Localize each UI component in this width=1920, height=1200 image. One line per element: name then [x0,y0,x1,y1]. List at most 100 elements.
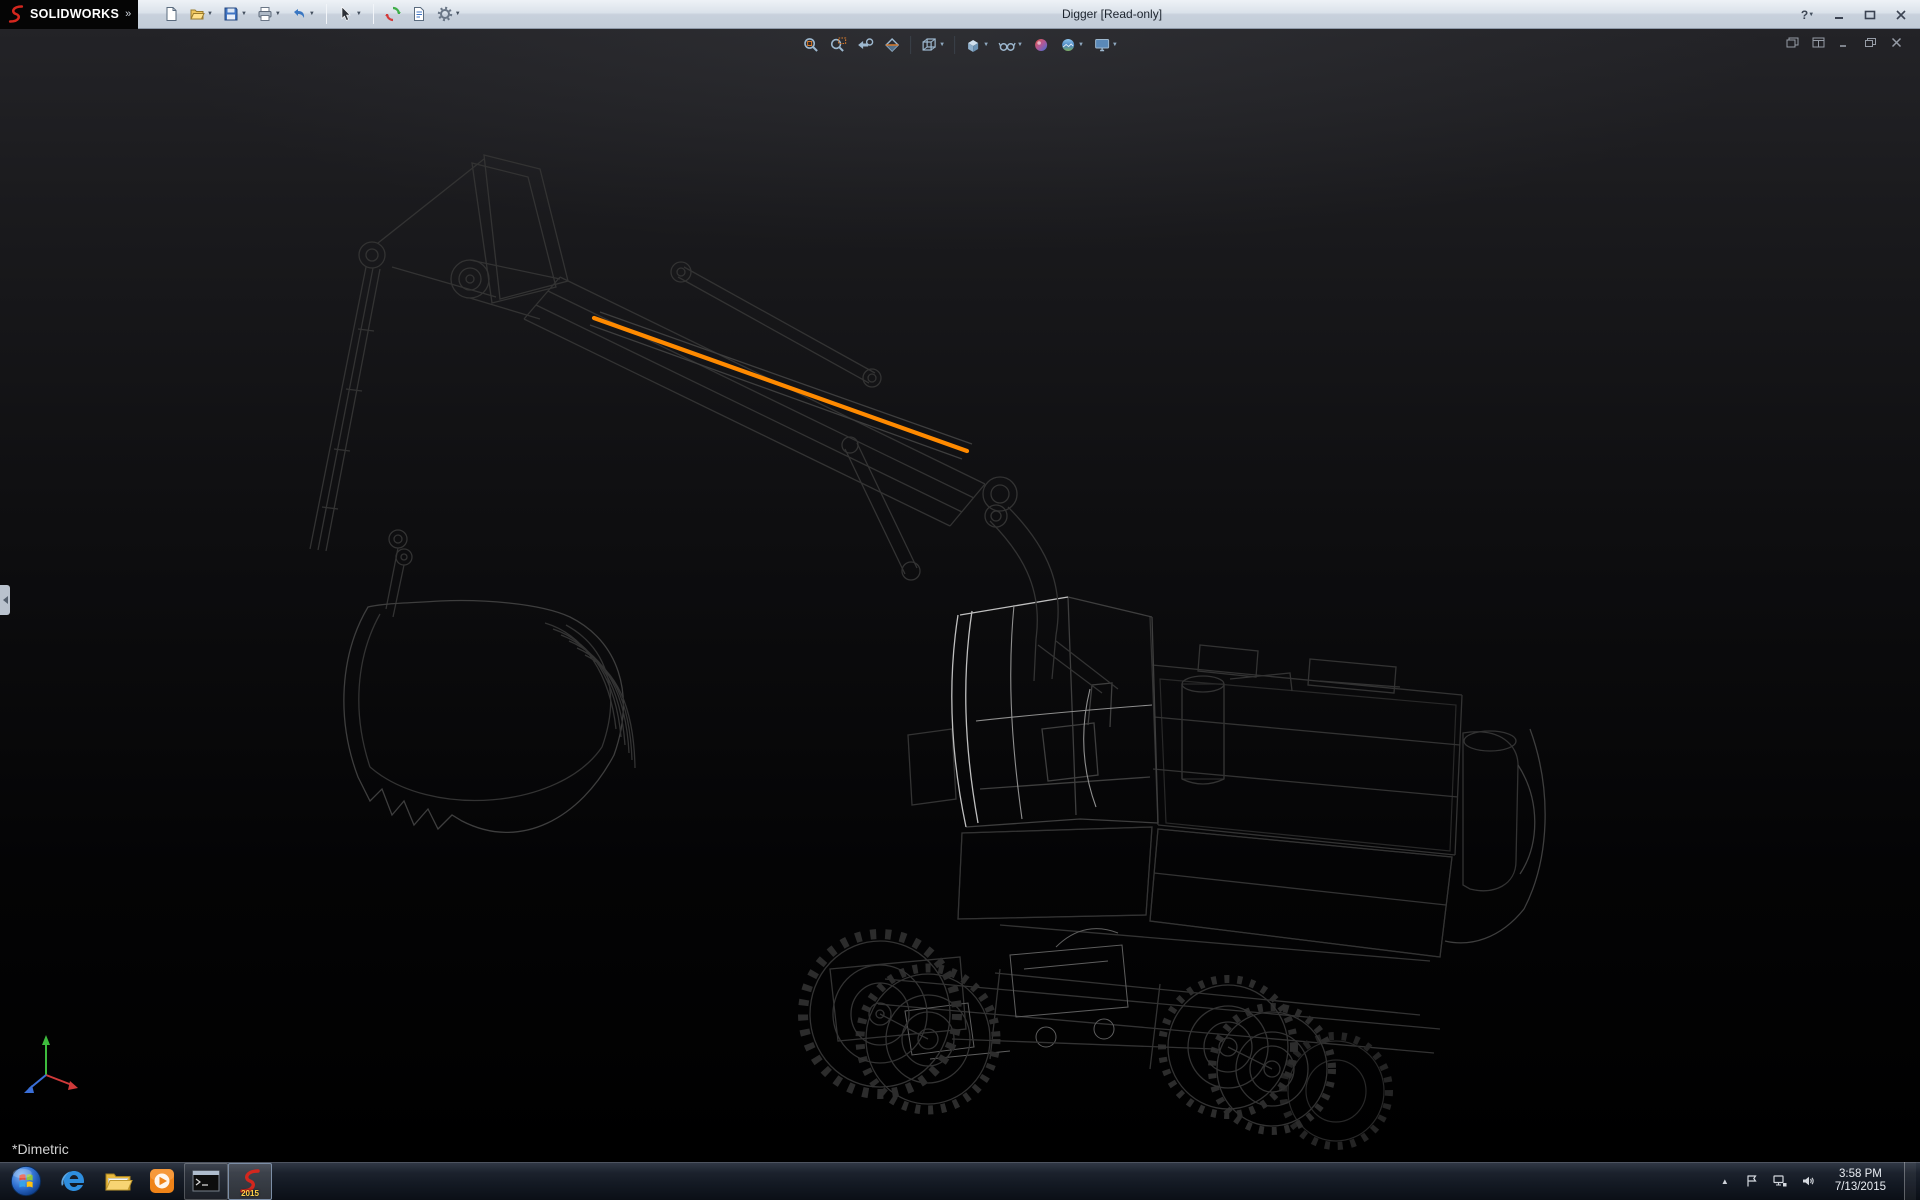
doc-tile-button[interactable] [1809,35,1828,50]
graphics-viewport[interactable]: ▼ ▼ ▼ ▼ ▼ [0,29,1920,1161]
solidworks-logo-text: SOLIDWORKS [30,7,119,21]
section-view-button[interactable] [880,34,904,56]
undo-button[interactable]: ▼ [288,2,318,26]
open-dropdown-caret[interactable]: ▼ [207,11,213,17]
media-player-icon [148,1167,176,1195]
previous-view-icon [856,36,874,54]
bucket-wireframe[interactable] [344,601,635,833]
apply-scene-icon [1059,36,1077,54]
apply-scene-button[interactable]: ▼ [1056,34,1087,56]
view-orientation-icon [920,36,938,54]
view-orientation-button[interactable]: ▼ [917,34,948,56]
wheels-wireframe[interactable] [803,934,1389,1146]
edit-appearance-icon [1032,36,1050,54]
title-bar: SOLIDWORKS » ▼ ▼ ▼ ▼ [0,0,1920,29]
undo-dropdown-caret[interactable]: ▼ [309,11,315,17]
file-properties-button[interactable] [408,2,430,26]
window-title: Digger [Read-only] [1062,7,1162,21]
network-icon[interactable] [1771,1172,1789,1190]
window-controls: ? ▼ [1794,0,1914,29]
hide-show-items-caret[interactable]: ▼ [1017,42,1023,48]
view-settings-button[interactable]: ▼ [1090,34,1121,56]
solidworks-window: SOLIDWORKS » ▼ ▼ ▼ ▼ [0,0,1920,1200]
toolbar-separator [373,4,374,24]
view-settings-caret[interactable]: ▼ [1112,42,1118,48]
display-style-button[interactable]: ▼ [961,34,992,56]
toolbar-separator [326,4,327,24]
help-button[interactable]: ? ▼ [1794,4,1821,25]
save-button[interactable]: ▼ [220,2,250,26]
view-settings-icon [1093,36,1111,54]
previous-view-button[interactable] [853,34,877,56]
close-button[interactable] [1887,4,1914,25]
internet-explorer-icon [59,1166,89,1196]
section-view-icon [883,36,901,54]
doc-restore-button[interactable] [1861,35,1880,50]
close-icon [1895,10,1907,20]
doc-cascade-button[interactable] [1783,35,1802,50]
hide-show-items-button[interactable]: ▼ [995,34,1026,56]
folder-icon [103,1166,133,1196]
solidworks-logo-icon [6,4,26,24]
print-dropdown-caret[interactable]: ▼ [275,11,281,17]
command-prompt-window-icon [192,1170,220,1192]
select-dropdown-caret[interactable]: ▼ [356,11,362,17]
start-button[interactable] [0,1163,52,1200]
windows-start-orb-icon [9,1164,43,1198]
doc-restore-icon [1864,37,1877,48]
maximize-button[interactable] [1856,4,1883,25]
options-dropdown-caret[interactable]: ▼ [455,11,461,17]
rebuild-button[interactable] [382,2,404,26]
options-button[interactable]: ▼ [434,2,464,26]
view-orientation-label: *Dimetric [12,1141,69,1157]
taskbar-clock[interactable]: 3:58 PM 7/13/2015 [1827,1168,1894,1194]
zoom-to-fit-icon [802,36,820,54]
digger-wireframe-model[interactable] [0,29,1920,1161]
taskbar-internet-explorer[interactable] [52,1163,96,1200]
maximize-icon [1864,10,1876,20]
taskbar-windows-explorer[interactable] [96,1163,140,1200]
zoom-to-fit-button[interactable] [799,34,823,56]
taskbar-media-player[interactable] [140,1163,184,1200]
reference-triad [24,1035,78,1093]
show-desktop-button[interactable] [1904,1162,1916,1200]
print-icon [257,6,273,22]
zoom-to-area-icon [829,36,847,54]
edit-appearance-button[interactable] [1029,34,1053,56]
minimize-button[interactable] [1825,4,1852,25]
feature-manager-collapsed-tab[interactable] [0,585,10,615]
headsup-separator [910,36,911,54]
doc-minimize-button[interactable] [1835,35,1854,50]
tile-windows-icon [1812,37,1825,48]
doc-close-button[interactable] [1887,35,1906,50]
doc-minimize-icon [1838,37,1851,48]
headsup-separator [954,36,955,54]
doc-close-icon [1890,37,1903,48]
taskbar-command-prompt[interactable] [184,1163,228,1200]
options-gear-icon [437,6,453,22]
action-center-icon[interactable] [1743,1172,1761,1190]
open-button[interactable]: ▼ [186,2,216,26]
new-document-button[interactable] [160,2,182,26]
minimize-icon [1833,10,1845,20]
cab-wireframe[interactable] [952,597,1158,827]
solidworks-logo: SOLIDWORKS » [0,0,138,29]
stick-arm-wireframe[interactable] [310,267,412,617]
zoom-to-area-button[interactable] [826,34,850,56]
file-properties-icon [411,6,427,22]
view-orientation-caret[interactable]: ▼ [939,42,945,48]
taskbar-solidworks-2015[interactable]: 2015 [228,1163,272,1200]
select-button[interactable]: ▼ [335,2,365,26]
menu-expand-chevron[interactable]: » [125,8,131,20]
show-hidden-icons-button[interactable]: ▲ [1717,1177,1733,1186]
print-button[interactable]: ▼ [254,2,284,26]
boom-arm-wireframe[interactable] [359,155,1118,693]
apply-scene-caret[interactable]: ▼ [1078,42,1084,48]
display-style-caret[interactable]: ▼ [983,42,989,48]
document-window-controls [1783,35,1906,50]
save-icon [223,6,239,22]
save-dropdown-caret[interactable]: ▼ [241,11,247,17]
undo-icon [291,6,307,22]
volume-icon[interactable] [1799,1172,1817,1190]
solidworks-version-badge: 2015 [241,1189,259,1198]
